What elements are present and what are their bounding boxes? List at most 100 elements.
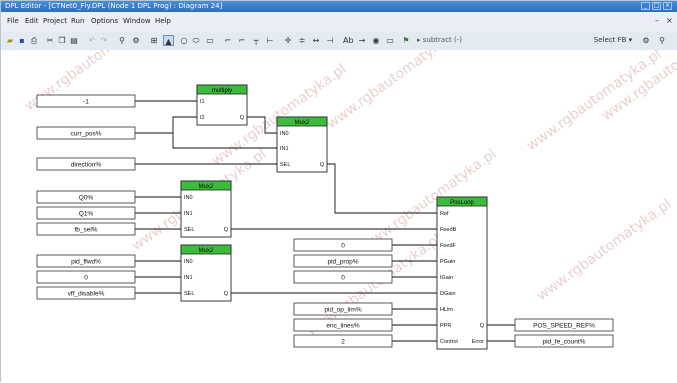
input-var[interactable]: enc_lines% xyxy=(293,318,393,332)
input-var-text: fb_sel% xyxy=(74,227,97,234)
pin-label: FeedF xyxy=(440,243,457,249)
menu-file[interactable]: File xyxy=(7,17,19,25)
node-icon[interactable]: ◉ xyxy=(371,35,381,46)
terminal-icon[interactable]: ⊣ xyxy=(325,35,335,46)
menu-edit[interactable]: Edit xyxy=(25,17,39,25)
menu-bar: File Edit Project Run Options Window Hel… xyxy=(1,12,677,32)
pin-label: SEL xyxy=(184,291,194,297)
pin-label: Error xyxy=(472,339,484,345)
paste-icon[interactable]: ▤ xyxy=(69,35,79,46)
input-var-text: 0 xyxy=(341,243,345,250)
box-tool-icon[interactable]: ▭ xyxy=(205,35,215,46)
settings-icon[interactable]: ⚙ xyxy=(641,35,651,46)
input-var[interactable]: pid_op_lim% xyxy=(293,302,393,316)
input-var[interactable]: vff_disable% xyxy=(36,286,136,300)
undo-icon[interactable]: ↶ xyxy=(87,35,97,46)
connect-icon[interactable]: ↔ xyxy=(311,35,321,46)
pin-label: PPR xyxy=(440,323,451,329)
pin-label: HLim xyxy=(440,307,453,313)
save-icon[interactable]: ▪ xyxy=(17,35,27,46)
input-var[interactable]: pid_prop% xyxy=(293,254,393,268)
tee-icon[interactable]: ⊢ xyxy=(265,35,275,46)
cut-icon[interactable]: ✂ xyxy=(45,35,55,46)
title-bar: DPL Editor - [CTNet0_Fly.DPL (Node 1 DPL… xyxy=(1,1,677,12)
pin-label: IN1 xyxy=(280,146,289,152)
close-button[interactable]: × xyxy=(663,2,672,10)
menu-project[interactable]: Project xyxy=(43,17,67,25)
zoom-icon[interactable]: ⚲ xyxy=(657,35,667,46)
diagram-svg: www.rgbautomatyka.pl www.rgbautomatyka.p… xyxy=(22,50,677,350)
output-var[interactable]: pid_fe_count% xyxy=(514,334,614,348)
mdi-close-button[interactable]: × xyxy=(666,16,673,25)
input-var[interactable]: Q1% xyxy=(36,206,136,220)
menu-run[interactable]: Run xyxy=(71,17,84,25)
pin-label: IN1 xyxy=(184,211,193,217)
pin-label: IGain xyxy=(440,275,453,281)
pin-label: IN0 xyxy=(280,131,289,137)
print-icon[interactable]: ⎙ xyxy=(29,35,39,46)
mdi-minimize-button[interactable]: – xyxy=(655,16,659,25)
redo-icon[interactable]: ↷ xyxy=(99,35,109,46)
open-icon[interactable]: ▰ xyxy=(5,35,15,46)
input-var[interactable]: -1 xyxy=(36,94,136,108)
pointer-tool-icon[interactable]: ▲ xyxy=(163,35,174,46)
copy-icon[interactable]: ❐ xyxy=(57,35,67,46)
mux2-block[interactable]: Mux2 IN0 IN1 SEL Q xyxy=(276,116,328,173)
input-var-text: 0 xyxy=(341,275,345,282)
function-dropdown[interactable]: ▸ subtract (-) xyxy=(417,35,507,46)
posloop-block[interactable]: PosLoop Ref FeedB FeedF PGain IGain DGai… xyxy=(436,196,488,350)
pin-label: PGain xyxy=(440,259,455,265)
pin-label: DGain xyxy=(440,291,456,297)
select-fb-dropdown[interactable]: Select FB ▾ xyxy=(591,35,635,46)
find-icon[interactable]: ⚲ xyxy=(117,35,127,46)
junction-icon[interactable]: ┬ xyxy=(251,35,261,46)
output-var[interactable]: POS_SPEED_REF% xyxy=(514,318,614,332)
mux2-block[interactable]: Mux2 IN0 IN1 SEL Q xyxy=(180,244,232,302)
block-title: Mux2 xyxy=(199,184,214,190)
input-var-text: pid_prop% xyxy=(327,259,358,266)
arrow-icon[interactable]: → xyxy=(357,35,367,46)
compile-icon[interactable]: ⚙ xyxy=(131,35,141,46)
input-var-text: pid_ffwd% xyxy=(71,259,101,266)
input-var-text: pid_op_lim% xyxy=(324,307,361,314)
box-select-icon[interactable]: ▭ xyxy=(385,35,395,46)
menu-help[interactable]: Help xyxy=(155,17,171,25)
menu-options[interactable]: Options xyxy=(91,17,118,25)
label-icon[interactable]: Ab xyxy=(343,35,354,46)
maximize-button[interactable]: □ xyxy=(652,2,661,10)
input-var[interactable]: pid_ffwd% xyxy=(36,254,136,268)
input-var[interactable]: 0 xyxy=(36,270,136,284)
pin-label: Q xyxy=(480,323,485,329)
input-var[interactable]: direction% xyxy=(36,157,136,171)
ellipse-tool-icon[interactable]: ⬭ xyxy=(191,35,201,46)
input-var[interactable]: fb_sel% xyxy=(36,222,136,236)
block-title: PosLoop xyxy=(450,200,474,206)
pin-label: Q xyxy=(224,291,229,297)
diagram-canvas[interactable]: www.rgbautomatyka.pl www.rgbautomatyka.p… xyxy=(1,50,677,383)
bus-icon[interactable]: ≑ xyxy=(297,35,307,46)
input-var[interactable]: 0 xyxy=(293,238,393,252)
minimize-button[interactable]: _ xyxy=(641,2,650,10)
wire-tool-icon[interactable]: ⌐ xyxy=(223,35,233,46)
wire-bend-icon[interactable]: ⌐ xyxy=(237,35,247,46)
grid-icon[interactable]: ⊞ xyxy=(149,35,159,46)
input-var-text: vff_disable% xyxy=(68,291,105,298)
menu-window[interactable]: Window xyxy=(123,17,151,25)
input-var[interactable]: Q0% xyxy=(36,190,136,204)
cross-icon[interactable]: ✛ xyxy=(283,35,293,46)
pin-label: I1 xyxy=(200,99,205,105)
multiply-block[interactable]: multiply I1 I2 Q xyxy=(196,84,248,126)
input-var[interactable]: 2 xyxy=(293,334,393,348)
mux2-block[interactable]: Mux2 IN0 IN1 SEL Q xyxy=(180,180,232,238)
pin-label: Q xyxy=(240,115,245,121)
block-title: Mux2 xyxy=(199,248,214,254)
input-var[interactable]: curr_pos% xyxy=(36,126,136,140)
output-var-text: POS_SPEED_REF% xyxy=(533,323,595,330)
fb-icon[interactable]: ⚑ xyxy=(401,35,411,46)
pin-label: SEL xyxy=(184,227,194,233)
watermark-text: www.rgbautomatyka.pl xyxy=(534,196,674,304)
circle-tool-icon[interactable]: ○ xyxy=(179,35,189,46)
block-title: Mux2 xyxy=(295,120,310,126)
input-var[interactable]: 0 xyxy=(293,270,393,284)
input-var-text: 2 xyxy=(341,339,345,346)
